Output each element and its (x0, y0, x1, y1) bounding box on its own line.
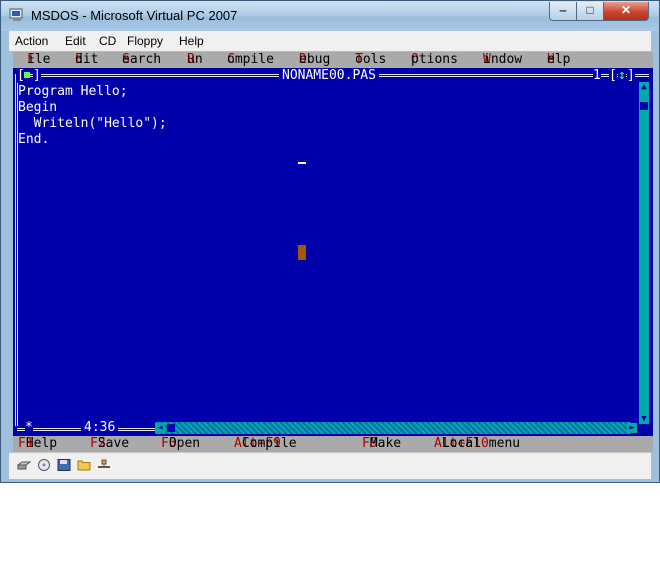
code-line[interactable]: Begin (18, 100, 57, 116)
code-line[interactable]: Writeln("Hello"); (18, 116, 167, 132)
help-bar: F1 Help F2 Save F3 Open Alt+F9 Compile F… (13, 436, 653, 452)
cursor-position: 4:36 (81, 420, 119, 436)
host-status-bar (9, 452, 651, 479)
title-bar[interactable]: MSDOS - Microsoft Virtual PC 2007 ‒ □ ✕ (1, 1, 659, 31)
virtual-pc-app-icon (9, 8, 23, 21)
dos-screen[interactable]: File Edit Search Run Compile Debug Tools… (13, 52, 653, 452)
mouse-cursor (298, 245, 306, 260)
text-cursor (298, 162, 306, 164)
horizontal-scroll-thumb[interactable] (167, 424, 175, 432)
host-menu-bar: Action Edit CD Floppy Help (9, 31, 651, 51)
horizontal-scrollbar[interactable] (155, 422, 631, 434)
cd-drive-icon[interactable] (37, 459, 51, 471)
shared-folder-icon[interactable] (77, 459, 91, 471)
host-menu-floppy[interactable]: Floppy (127, 34, 163, 48)
hard-disk-icon[interactable] (17, 459, 31, 471)
help-f9[interactable]: F9 Make (362, 436, 401, 452)
host-menu-cd[interactable]: CD (99, 34, 116, 48)
maximize-button[interactable]: □ (576, 2, 604, 21)
scroll-up-arrow-icon[interactable]: ▲ (639, 82, 649, 92)
help-alt-f9[interactable]: Alt+F9 Compile (234, 436, 297, 452)
help-f1[interactable]: F1 Help (18, 436, 57, 452)
editor-window[interactable]: [ ] NONAME00.PAS 1 [ ↕ ] Program Hello; … (13, 68, 653, 436)
modified-marker: * (25, 420, 33, 435)
editor-close-box-icon[interactable] (24, 72, 30, 78)
help-alt-f10[interactable]: Alt+F10 Local menu (434, 436, 520, 452)
host-menu-help[interactable]: Help (179, 34, 204, 48)
code-line[interactable]: Program Hello; (18, 84, 128, 100)
minimize-button[interactable]: ‒ (549, 2, 577, 21)
zoom-icon[interactable]: ↕ (618, 69, 626, 83)
vertical-scrollbar[interactable] (639, 92, 649, 424)
minimize-icon: ‒ (559, 3, 567, 17)
ide-menu-bar: File Edit Search Run Compile Debug Tools… (13, 52, 653, 68)
editor-window-number: 1 (593, 68, 601, 83)
host-menu-action[interactable]: Action (15, 34, 48, 48)
host-menu-edit[interactable]: Edit (65, 34, 86, 48)
help-f2[interactable]: F2 Save (90, 436, 129, 452)
network-icon[interactable] (97, 459, 111, 471)
window-title: MSDOS - Microsoft Virtual PC 2007 (31, 8, 238, 23)
editor-filename: NONAME00.PAS (279, 69, 379, 83)
floppy-icon[interactable] (57, 459, 71, 471)
help-f3[interactable]: F3 Open (161, 436, 200, 452)
close-button[interactable]: ✕ (603, 2, 649, 21)
close-icon: ✕ (620, 3, 632, 17)
virtual-pc-window: MSDOS - Microsoft Virtual PC 2007 ‒ □ ✕ … (0, 0, 660, 483)
scroll-right-arrow-icon[interactable]: ► (627, 423, 637, 433)
zoom-left-bracket: [ (609, 68, 617, 83)
vertical-scroll-thumb[interactable] (640, 102, 648, 110)
zoom-right-bracket: ] (627, 68, 635, 83)
code-line[interactable]: End. (18, 132, 49, 148)
scroll-left-arrow-icon[interactable]: ◄ (155, 423, 165, 433)
close-box-right-bracket: ] (33, 68, 41, 83)
maximize-icon: □ (586, 3, 594, 17)
scroll-down-arrow-icon[interactable]: ▼ (639, 414, 649, 424)
